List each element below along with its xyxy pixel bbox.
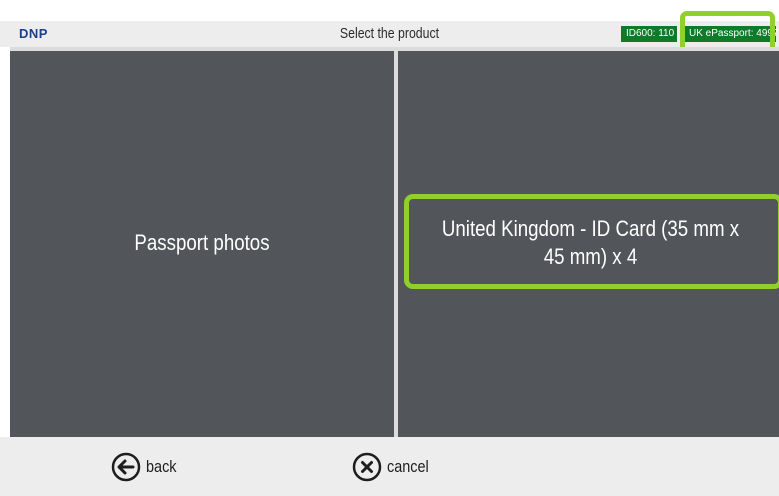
dnp-logo: DNP: [19, 26, 48, 41]
product-tile-passport-photos[interactable]: Passport photos: [10, 51, 394, 437]
product-tile-label: United Kingdom - ID Card (35 mm x 45 mm)…: [441, 216, 740, 269]
cancel-button[interactable]: cancel: [352, 452, 436, 482]
bottom-bar: back cancel: [0, 437, 779, 496]
back-button[interactable]: back: [111, 452, 182, 482]
back-label: back: [146, 457, 177, 476]
top-bar: DNP Select the product ID600: 110 UK ePa…: [0, 21, 779, 47]
page-title: Select the product: [339, 25, 440, 42]
printer-counter-badge: ID600: 110: [621, 26, 677, 42]
product-tile-label: Passport photos: [134, 230, 270, 255]
x-circle-icon: [352, 452, 382, 482]
cancel-label: cancel: [387, 457, 429, 476]
arrow-left-circle-icon: [111, 452, 141, 482]
product-tile-uk-id-card[interactable]: United Kingdom - ID Card (35 mm x 45 mm)…: [398, 51, 779, 437]
product-grid: Passport photos United Kingdom - ID Card…: [10, 47, 779, 437]
